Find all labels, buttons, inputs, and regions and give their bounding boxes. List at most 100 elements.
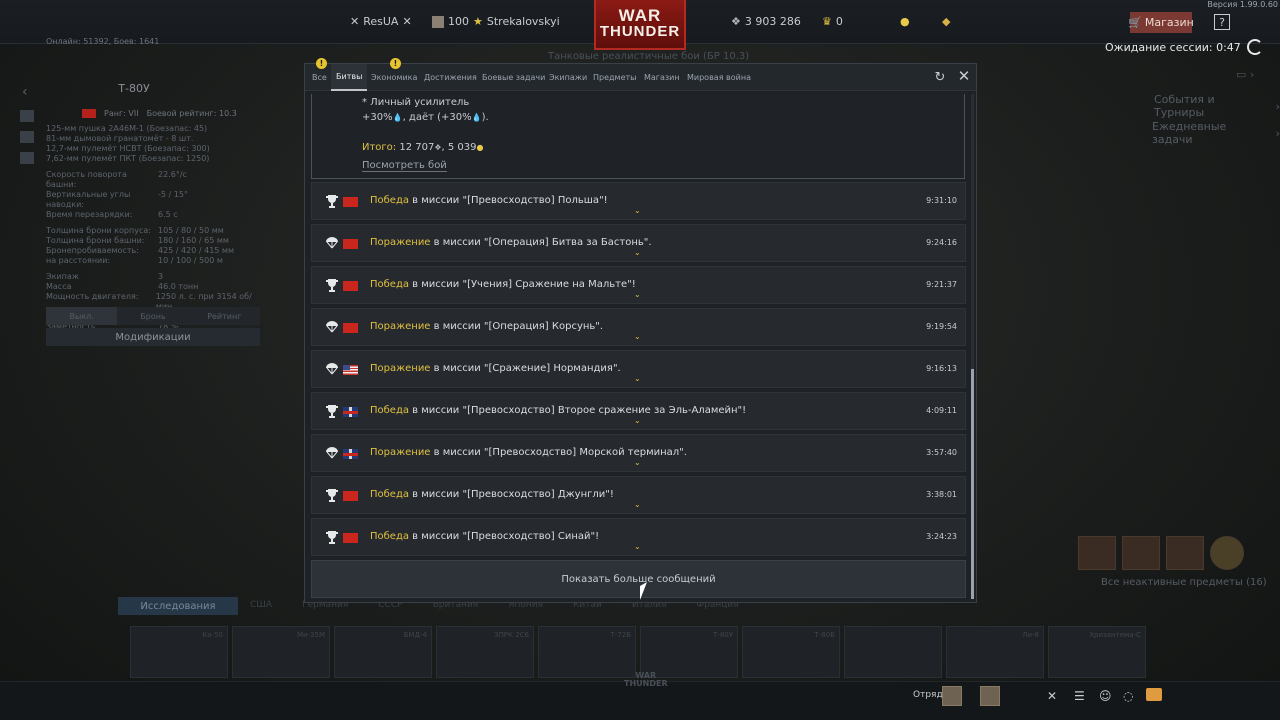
refresh-icon[interactable]: ↻ <box>933 70 947 85</box>
expand-chevron-icon[interactable]: ⌄ <box>634 417 641 425</box>
research-points-icon[interactable]: ● <box>900 15 910 28</box>
crew-slot[interactable]: Ка-50 <box>130 626 228 678</box>
crew-icon[interactable] <box>20 131 34 143</box>
battle-message-row[interactable]: Победа в миссии "[Учения] Сражение на Ма… <box>311 266 966 304</box>
mail-icon[interactable] <box>1146 688 1162 701</box>
chat-icon[interactable]: ◌ <box>1123 689 1133 703</box>
list-icon[interactable]: ☰ <box>1074 689 1085 703</box>
game-mode-label[interactable]: Танковые реалистичные бои (БР 10.3) <box>548 51 749 62</box>
modal-tab[interactable]: Все! <box>307 58 332 91</box>
research-tab[interactable]: Исследования <box>118 597 238 615</box>
tank-icon[interactable] <box>20 110 34 122</box>
battle-message-row[interactable]: Поражение в миссии "[Превосходство] Морс… <box>311 434 966 472</box>
favorite-icon[interactable] <box>20 152 34 164</box>
squadron-cross-icon: ✕ <box>402 15 412 28</box>
daily-tasks-label: Ежедневные задачи <box>1152 120 1227 146</box>
modal-tab[interactable]: Экипажи <box>544 64 592 91</box>
research-points-icon: ● <box>476 143 484 152</box>
crew-slot-vehicle-name: Ка-50 <box>202 631 223 639</box>
show-more-button[interactable]: Показать больше сообщений <box>311 560 966 598</box>
battle-message-row[interactable]: Поражение в миссии "[Сражение] Нормандия… <box>311 350 966 388</box>
modal-tab[interactable]: Предметы <box>588 64 641 91</box>
battle-message-row[interactable]: Поражение в миссии "[Операция] Корсунь".… <box>311 308 966 346</box>
squad-member-avatar[interactable] <box>942 686 962 706</box>
close-icon[interactable]: ✕ <box>1047 689 1057 703</box>
medal-item-icon[interactable] <box>1210 536 1244 570</box>
expand-chevron-icon[interactable]: ⌄ <box>634 291 641 299</box>
crew-slot[interactable]: Т-72Б <box>538 626 636 678</box>
expand-chevron-icon[interactable]: ⌄ <box>634 375 641 383</box>
stat-value: 3 <box>158 272 164 281</box>
crew-slot[interactable]: БМД-4 <box>334 626 432 678</box>
modal-tab[interactable]: Битвы <box>331 64 368 91</box>
battle-message-text: Поражение в миссии "[Превосходство] Морс… <box>370 447 687 458</box>
battle-message-row[interactable]: Победа в миссии "[Превосходство] Джунгли… <box>311 476 966 514</box>
silver-lions-balance[interactable]: ❖ 3 903 286 <box>731 15 801 28</box>
expand-chevron-icon[interactable]: ⌄ <box>634 333 641 341</box>
inactive-items-link[interactable]: Все неактивные предметы (16) <box>1101 577 1267 588</box>
tab-rating[interactable]: Рейтинг <box>189 307 260 325</box>
expand-chevron-icon[interactable]: ⌄ <box>634 249 641 257</box>
tab-off[interactable]: Выкл. <box>46 307 118 325</box>
stat-key: Толщина брони корпуса: <box>46 226 151 235</box>
daily-tasks-link[interactable]: Ежедневные задачи › <box>1152 120 1280 146</box>
stat-value: 6.5 c <box>158 210 178 219</box>
golden-eagles-value: 0 <box>835 15 843 28</box>
item-slot[interactable] <box>1078 536 1116 570</box>
mission-name: в миссии "[Превосходство] Польша"! <box>409 195 608 206</box>
premium-icon[interactable]: ◆ <box>942 15 950 28</box>
events-link[interactable]: События и Турниры › <box>1154 93 1280 119</box>
crew-slot[interactable]: Ми-35М <box>232 626 330 678</box>
battle-message-row[interactable]: Победа в миссии "[Превосходство] Синай"!… <box>311 518 966 556</box>
modal-tab[interactable]: Достижения <box>419 64 482 91</box>
tab-armor[interactable]: Бронь <box>117 307 188 325</box>
mission-name: в миссии "[Превосходство] Джунгли"! <box>409 489 614 500</box>
player-profile[interactable]: 100 ★ Strekalovskyi <box>432 15 560 28</box>
battle-message-row[interactable]: Победа в миссии "[Превосходство] Второе … <box>311 392 966 430</box>
expand-chevron-icon[interactable]: ⌄ <box>634 207 641 215</box>
crew-slot-vehicle-name: Ли-8 <box>1022 631 1039 639</box>
battle-message-row[interactable]: Поражение в миссии "[Операция] Битва за … <box>311 224 966 262</box>
right-top-icons[interactable]: ▭ › <box>1236 68 1254 81</box>
booster-gain: +30% <box>441 112 472 123</box>
expand-chevron-icon[interactable]: ⌄ <box>634 501 641 509</box>
squad-leader-avatar[interactable] <box>980 686 1000 706</box>
booster-value-line: +30%💧, даёт (+30%💧). <box>362 112 489 123</box>
modal-tab[interactable]: Экономика! <box>366 58 422 91</box>
shop-button[interactable]: 🛒 Магазин <box>1128 12 1194 33</box>
item-slot[interactable] <box>1166 536 1204 570</box>
crew-slot[interactable]: Т-80Б <box>742 626 840 678</box>
bottom-logo: WAR THUNDER <box>624 672 668 688</box>
total-line: Итого: 12 707❖, 5 039● <box>362 142 484 153</box>
squad-label: Отряд: <box>913 690 946 700</box>
expand-chevron-icon[interactable]: ⌄ <box>634 459 641 467</box>
side-icon-column <box>20 110 34 164</box>
stat-key: 81-мм дымовой гранатомёт - 8 шт. <box>46 134 194 143</box>
contacts-icon[interactable]: ☺ <box>1099 689 1112 703</box>
nation-tab[interactable]: США <box>250 600 272 610</box>
golden-eagles-balance[interactable]: ♛ 0 <box>822 15 843 28</box>
battle-message-row[interactable]: Победа в миссии "[Превосходство] Польша"… <box>311 182 966 220</box>
modal-tab[interactable]: Мировая война <box>682 64 756 91</box>
view-battle-link[interactable]: Посмотреть бой <box>362 160 447 172</box>
crew-slot-vehicle-name: БМД-4 <box>403 631 427 639</box>
squadron-tag[interactable]: ✕ ResUA ✕ <box>350 15 412 28</box>
mission-name: в миссии "[Превосходство] Морской термин… <box>430 447 687 458</box>
modal-tab[interactable]: Магазин <box>639 64 685 91</box>
modal-tab[interactable]: Боевые задачи <box>477 64 550 91</box>
close-icon[interactable]: ✕ <box>957 67 971 85</box>
crew-slot[interactable] <box>844 626 942 678</box>
scrollbar[interactable] <box>971 94 974 599</box>
stat-key: Время перезарядки: <box>46 210 133 219</box>
loading-spinner-icon <box>1246 39 1263 55</box>
crew-slot[interactable]: ЗПРК 2С6 <box>436 626 534 678</box>
modifications-button[interactable]: Модификации <box>46 328 260 346</box>
expand-chevron-icon[interactable]: ⌄ <box>634 543 641 551</box>
help-button[interactable]: ? <box>1214 14 1230 30</box>
game-logo[interactable]: WAR THUNDER <box>594 0 686 50</box>
scroll-thumb[interactable] <box>971 369 974 599</box>
crew-slot[interactable]: Ли-8 <box>946 626 1044 678</box>
message-time: 4:09:11 <box>926 406 957 415</box>
crew-slot[interactable]: Хризантема-С <box>1048 626 1146 678</box>
item-slot[interactable] <box>1122 536 1160 570</box>
